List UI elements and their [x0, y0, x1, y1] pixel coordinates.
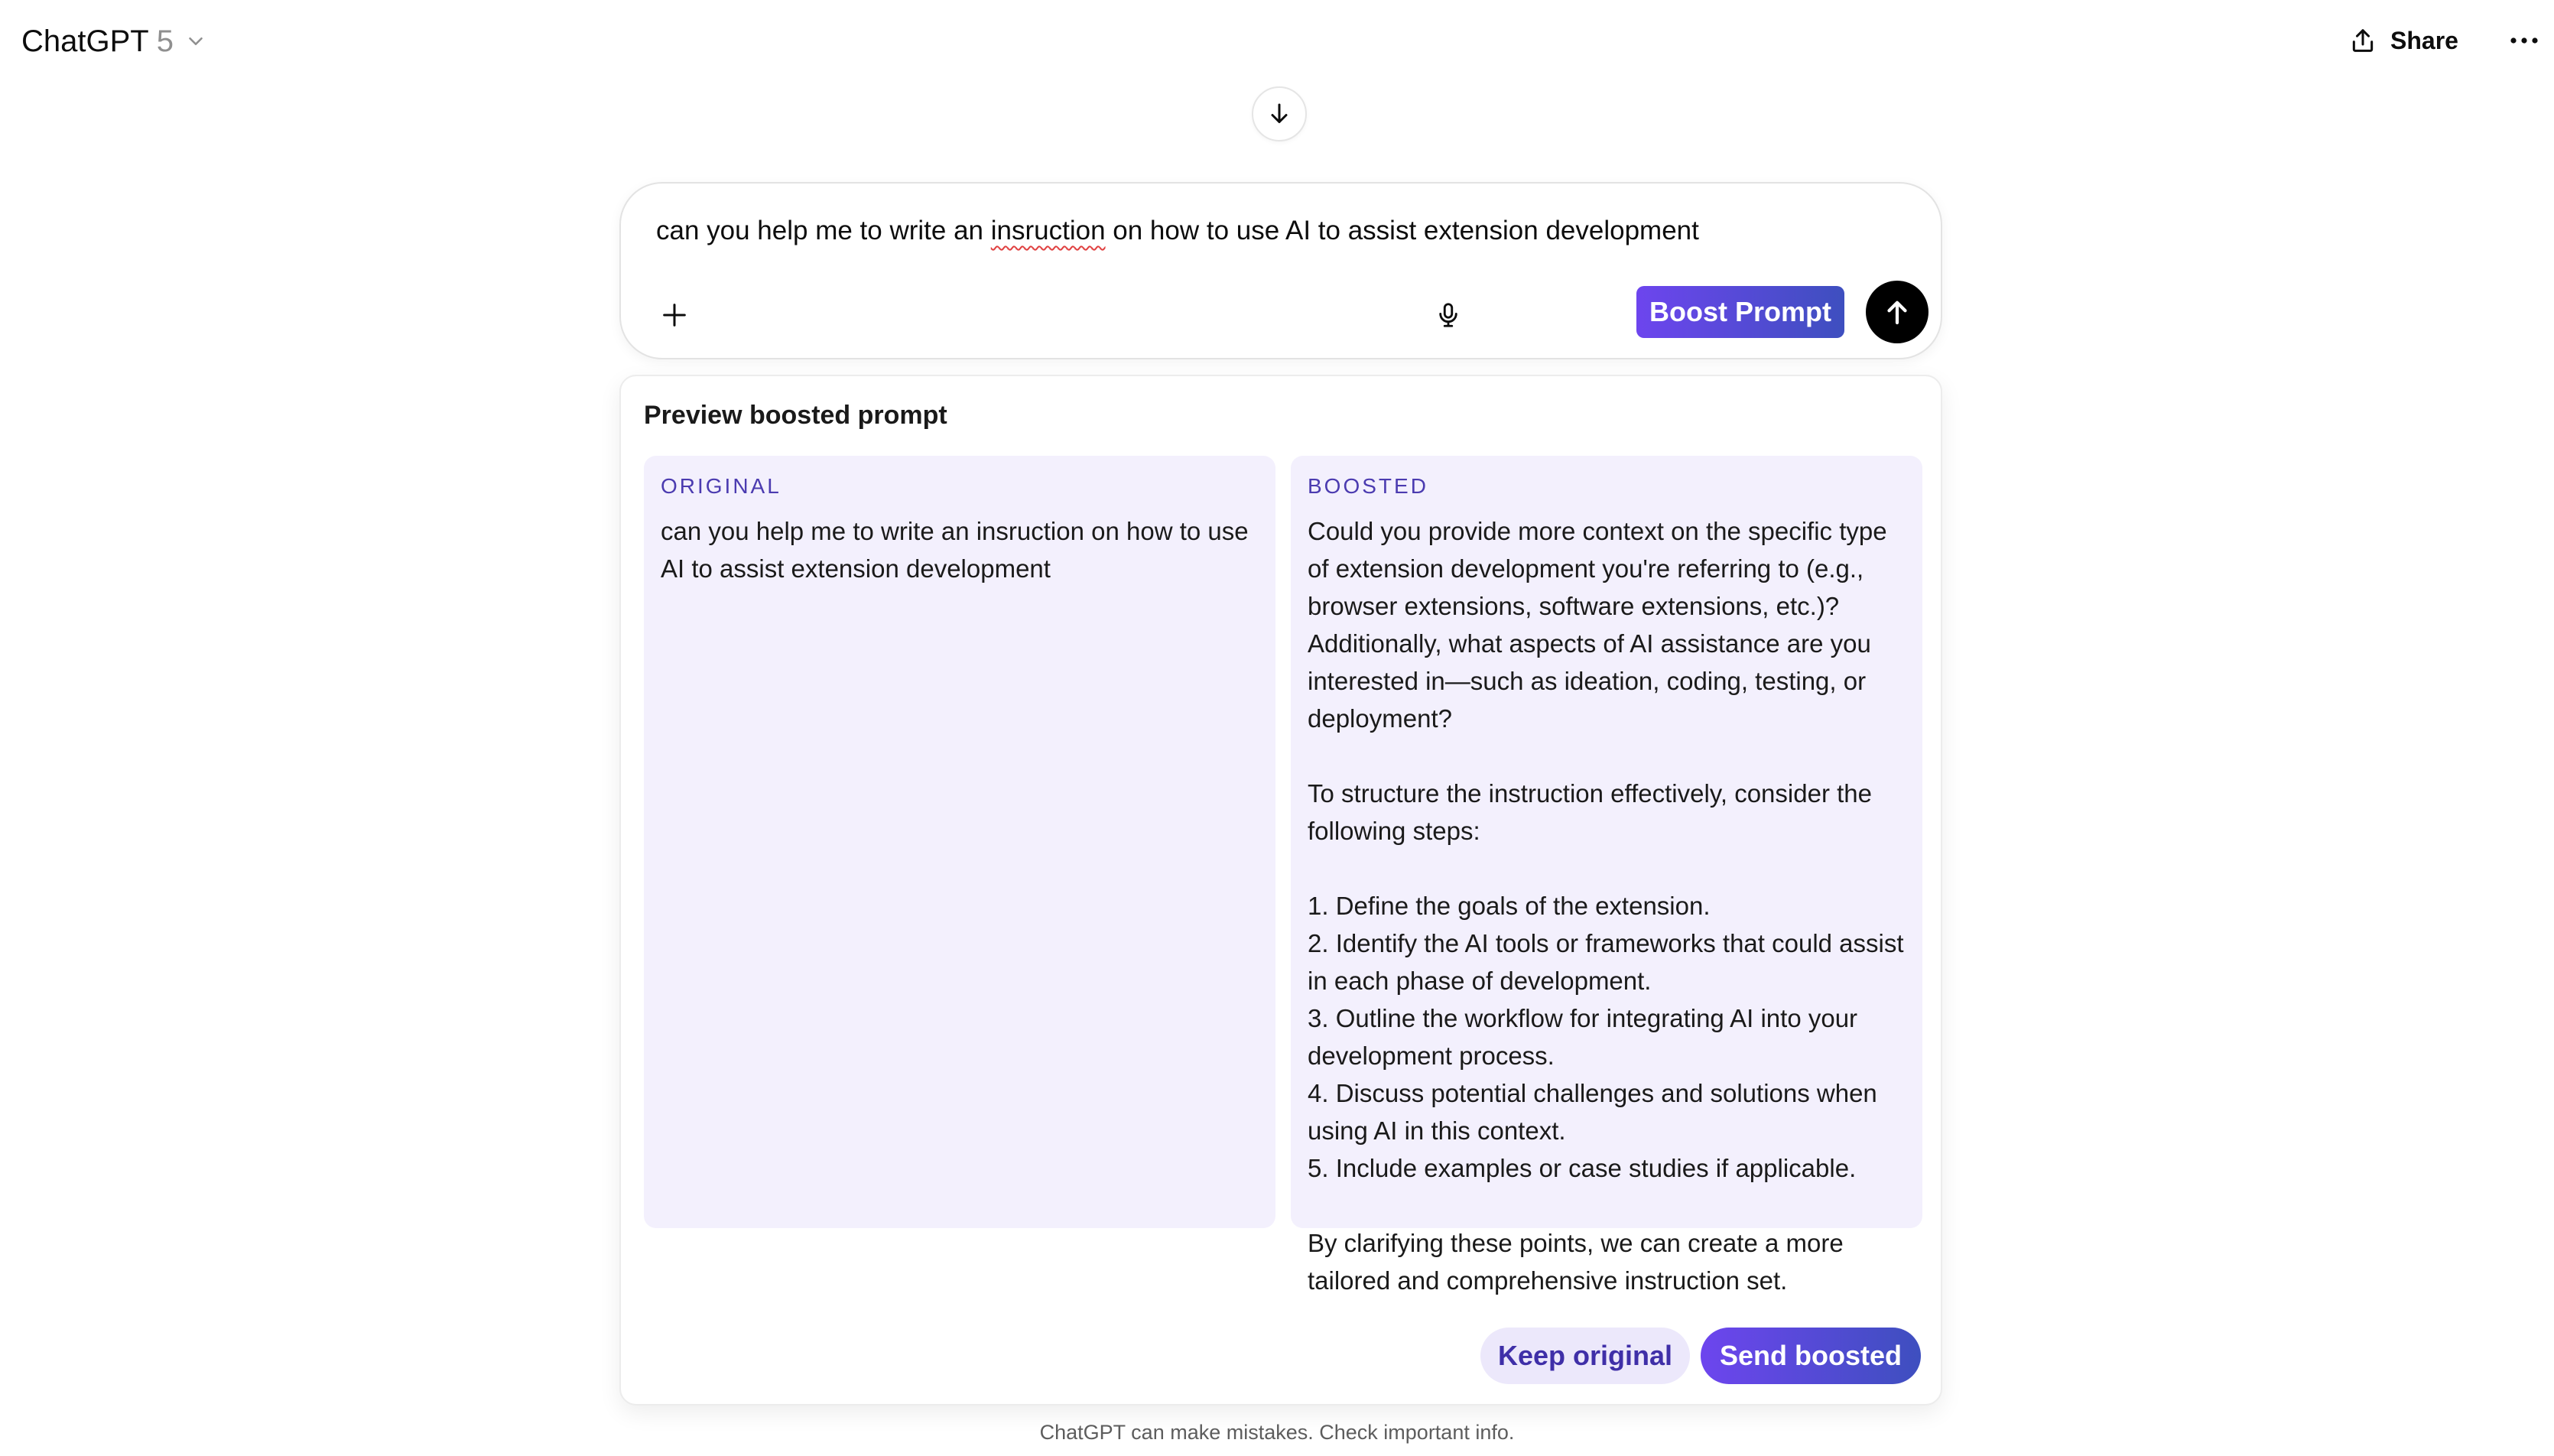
- add-attachment-button[interactable]: [651, 292, 697, 338]
- send-boosted-button[interactable]: Send boosted: [1701, 1328, 1921, 1384]
- original-label: ORIGINAL: [661, 474, 781, 498]
- original-prompt-text: can you help me to write an insruction o…: [661, 517, 1254, 583]
- chevron-down-icon: [184, 30, 207, 53]
- original-prompt-card: ORIGINAL can you help me to write an ins…: [644, 456, 1275, 1228]
- prompt-text-end: on how to use AI to assist extension dev…: [1105, 216, 1699, 245]
- model-version: 5: [156, 24, 174, 58]
- top-bar: ChatGPT 5 Share: [0, 0, 2554, 80]
- disclaimer-note: ChatGPT can make mistakes. Check importa…: [1039, 1421, 1515, 1444]
- more-options-button[interactable]: [2507, 23, 2542, 58]
- model-name: ChatGPT: [21, 24, 149, 58]
- boost-prompt-button[interactable]: Boost Prompt: [1636, 286, 1844, 338]
- dictate-button[interactable]: [1425, 292, 1471, 338]
- prompt-composer: can you help me to write an insruction o…: [619, 182, 1942, 359]
- boosted-label: BOOSTED: [1308, 474, 1428, 498]
- share-icon: [2348, 25, 2378, 56]
- boosted-prompt-card: BOOSTED Could you provide more context o…: [1291, 456, 1922, 1295]
- plus-icon: [659, 300, 690, 330]
- boost-preview-panel: Preview boosted prompt ORIGINAL can you …: [619, 375, 1942, 1406]
- arrow-up-icon: [1881, 296, 1913, 328]
- misspelled-word: insruction: [990, 216, 1106, 245]
- more-icon: [2509, 36, 2539, 45]
- prompt-input[interactable]: can you help me to write an insruction o…: [656, 214, 1880, 248]
- mic-icon: [1434, 301, 1463, 330]
- preview-title: Preview boosted prompt: [644, 401, 947, 430]
- boosted-prompt-text: Could you provide more context on the sp…: [1308, 517, 1904, 1295]
- share-button[interactable]: Share: [2348, 18, 2470, 63]
- prompt-text-start: can you help me to write an: [656, 216, 991, 245]
- scroll-to-bottom-button[interactable]: [1252, 86, 1307, 141]
- model-selector[interactable]: ChatGPT 5: [21, 20, 207, 63]
- send-prompt-button[interactable]: [1866, 281, 1928, 343]
- keep-original-button[interactable]: Keep original: [1480, 1328, 1690, 1384]
- share-label: Share: [2390, 26, 2458, 54]
- arrow-down-icon: [1266, 100, 1293, 128]
